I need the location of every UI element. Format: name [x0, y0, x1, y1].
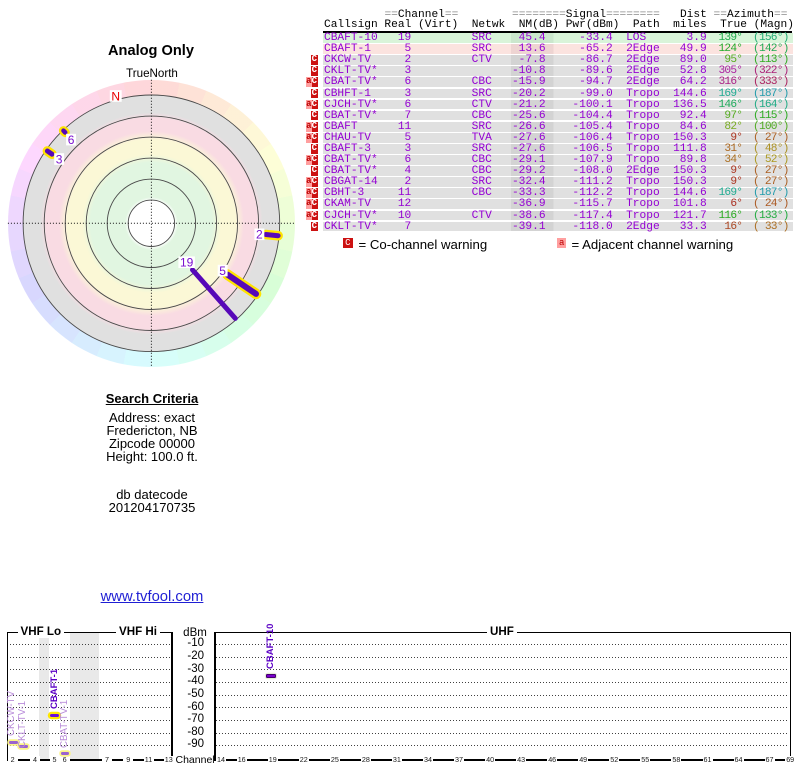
svg-text:2: 2	[256, 228, 263, 242]
svg-text:5: 5	[219, 264, 226, 278]
svg-text:19: 19	[180, 256, 194, 270]
svg-text:3: 3	[56, 152, 63, 166]
svg-text:6: 6	[68, 133, 75, 147]
svg-text:N: N	[111, 89, 120, 103]
